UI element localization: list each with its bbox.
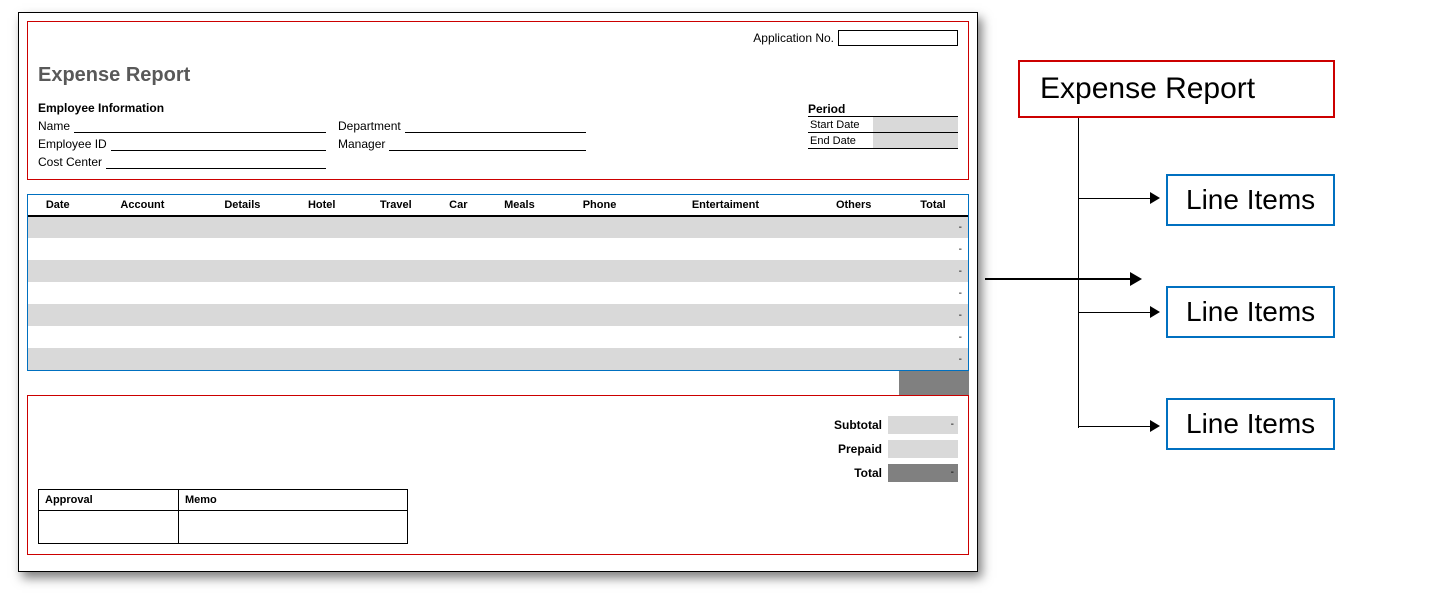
total-label: Total [854,466,882,480]
period-title: Period [808,102,958,117]
approval-box: Approval Memo [38,489,408,544]
table-header-row: Date Account Details Hotel Travel Car Me… [28,195,968,216]
hierarchy-branch-line [1078,426,1150,427]
header-region: Application No. Expense Report Employee … [27,21,969,180]
col-hotel: Hotel [287,195,356,216]
footer-region: Subtotal- Prepaid Total- Approval Memo [27,395,969,555]
report-title: Expense Report [38,64,958,87]
line-items-region: Date Account Details Hotel Travel Car Me… [27,194,969,371]
arrowhead-icon [1150,192,1160,204]
memo-header: Memo [179,490,223,510]
name-field[interactable] [74,119,326,133]
name-label: Name [38,119,74,133]
hierarchy-child-box: Line Items [1166,174,1335,226]
col-travel: Travel [356,195,435,216]
employee-id-label: Employee ID [38,137,111,151]
hierarchy-branch-line [1078,198,1150,199]
hierarchy-branch-line [1078,312,1150,313]
col-entertainment: Entertaiment [642,195,810,216]
employee-id-field[interactable] [111,137,326,151]
col-total: Total [898,195,968,216]
arrowhead-icon [1150,306,1160,318]
cost-center-field[interactable] [106,155,326,169]
table-row[interactable]: - [28,216,968,238]
table-row[interactable]: - [28,348,968,370]
table-row[interactable]: - [28,238,968,260]
table-row[interactable]: - [28,260,968,282]
prepaid-label: Prepaid [838,442,882,456]
col-account: Account [88,195,198,216]
manager-field[interactable] [389,137,586,151]
hierarchy-diagram: Expense Report Line Items Line Items Lin… [1018,60,1335,450]
table-row[interactable]: - [28,304,968,326]
start-date-field[interactable] [873,117,958,132]
approval-header: Approval [39,490,179,510]
col-phone: Phone [558,195,642,216]
subtotal-label: Subtotal [834,418,882,432]
start-date-label: Start Date [808,119,873,131]
hierarchy-parent-box: Expense Report [1018,60,1335,118]
hierarchy-trunk-line [1078,118,1079,428]
application-no-label: Application No. [753,31,834,45]
department-label: Department [338,119,405,133]
subtotal-value: - [888,416,958,434]
hierarchy-child-box: Line Items [1166,398,1335,450]
col-date: Date [28,195,88,216]
line-items-table: Date Account Details Hotel Travel Car Me… [28,195,968,370]
col-details: Details [197,195,287,216]
table-row[interactable]: - [28,282,968,304]
application-no-field[interactable] [838,30,958,46]
department-field[interactable] [405,119,586,133]
hierarchy-child-box: Line Items [1166,286,1335,338]
subtotal-strip [27,371,969,395]
manager-label: Manager [338,137,389,151]
col-others: Others [809,195,898,216]
prepaid-value [888,440,958,458]
end-date-label: End Date [808,135,873,147]
arrowhead-icon [1150,420,1160,432]
approval-cell[interactable] [39,511,179,543]
col-car: Car [435,195,481,216]
total-value: - [888,464,958,482]
period-box: Period Start Date End Date [808,102,958,149]
cost-center-label: Cost Center [38,155,106,169]
table-row[interactable]: - [28,326,968,348]
end-date-field[interactable] [873,133,958,148]
expense-report-document: Application No. Expense Report Employee … [18,12,978,572]
col-meals: Meals [481,195,557,216]
